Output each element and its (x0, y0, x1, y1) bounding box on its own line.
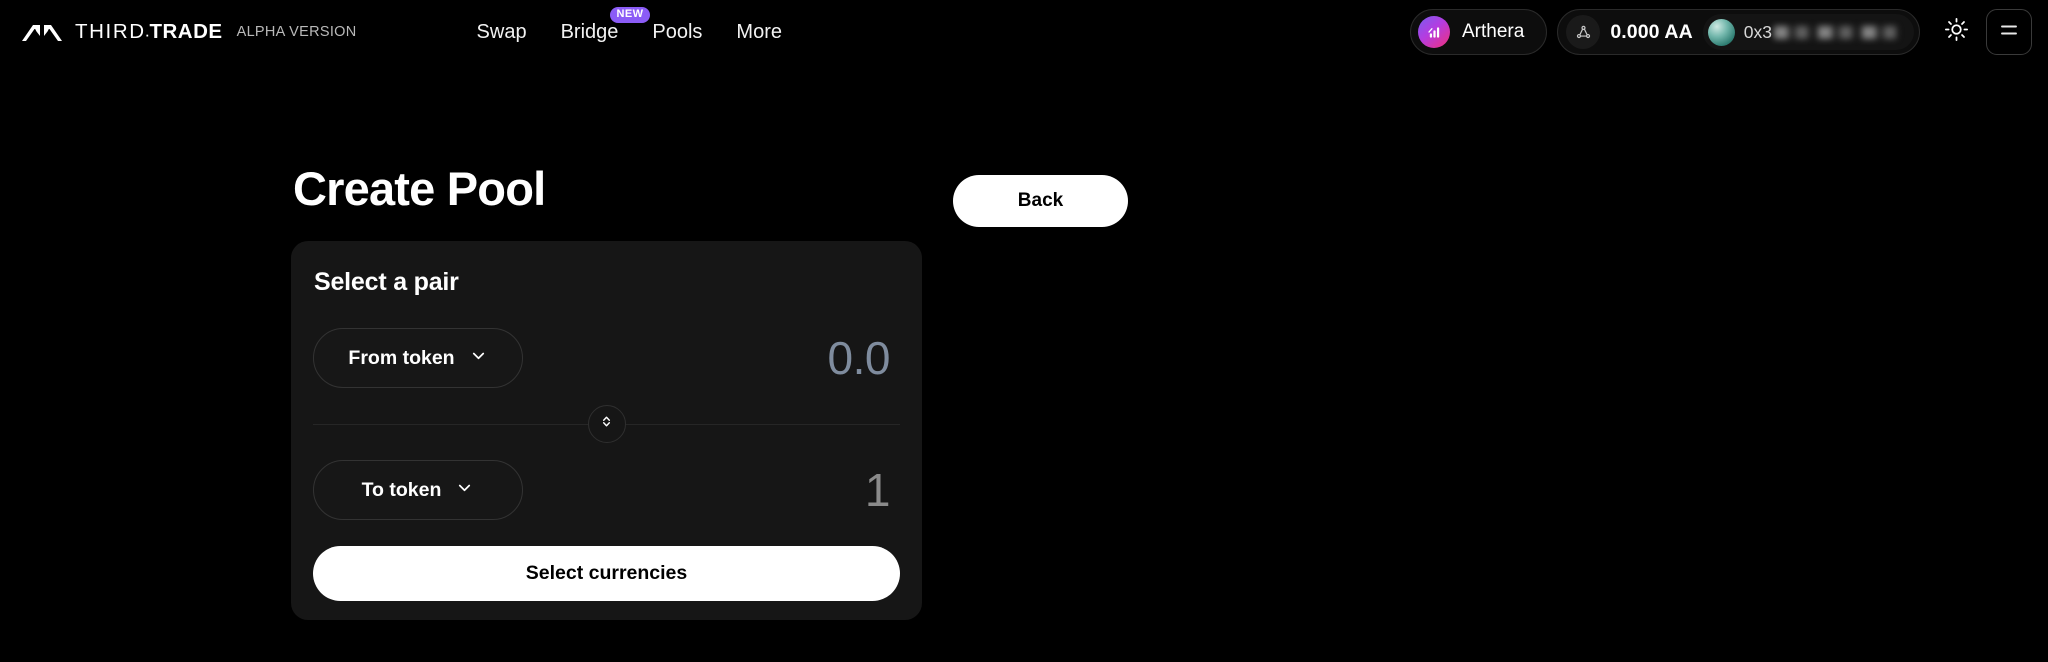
wallet-address-prefix: 0x3 (1743, 21, 1772, 42)
wallet-avatar-icon (1707, 18, 1735, 46)
network-selector-chip[interactable]: Arthera (1410, 9, 1548, 55)
wallet-address: 0x3 (1744, 22, 1898, 43)
menu-button[interactable] (1986, 9, 2032, 55)
page-title: Create Pool (293, 162, 546, 215)
select-currencies-button[interactable]: Select currencies (313, 546, 900, 601)
main-navigation: Swap Bridge NEW Pools More (475, 6, 784, 48)
from-token-amount[interactable]: 0.0 (828, 335, 900, 381)
nav-item-swap-label: Swap (476, 20, 527, 43)
brand-name-part1: THIRD (75, 20, 146, 43)
to-token-amount[interactable]: 1 (865, 467, 900, 513)
new-badge: NEW (609, 6, 651, 23)
nav-item-swap[interactable]: Swap (475, 17, 529, 48)
select-pair-card: Select a pair From token 0.0 To token 1 … (291, 241, 922, 620)
wallet-address-redacted (1774, 25, 1898, 39)
to-token-selector[interactable]: To token (313, 460, 523, 520)
theme-toggle-button[interactable] (1936, 12, 1976, 52)
wallet-balance: 0.000 AA (1610, 20, 1693, 43)
chevron-down-icon (455, 478, 474, 502)
back-button[interactable]: Back (953, 175, 1128, 227)
from-token-label: From token (348, 346, 455, 369)
nav-item-bridge-label: Bridge (560, 20, 619, 43)
nav-item-pools-label: Pools (652, 20, 703, 43)
network-name: Arthera (1462, 21, 1525, 42)
to-token-row: To token 1 (313, 444, 900, 536)
app-header: THIRD.TRADE ALPHA VERSION Swap Bridge NE… (0, 0, 2048, 64)
third-trade-logo-icon (20, 20, 64, 44)
nav-item-pools[interactable]: Pools (650, 17, 704, 48)
nav-item-more[interactable]: More (734, 17, 784, 48)
wallet-address-pill[interactable]: 0x3 (1702, 14, 1914, 50)
swap-direction-button[interactable] (587, 405, 626, 443)
nav-item-bridge[interactable]: Bridge NEW (559, 6, 651, 48)
card-title: Select a pair (314, 268, 459, 296)
hamburger-menu-icon (1997, 18, 2021, 47)
network-nodes-icon (1566, 15, 1601, 49)
header-right-cluster: Arthera 0.000 AA 0x3 (1410, 9, 2032, 55)
nav-item-more-label: More (736, 20, 782, 43)
to-token-label: To token (361, 478, 442, 501)
swap-divider (313, 404, 900, 444)
brand-logo[interactable]: THIRD.TRADE ALPHA VERSION (20, 20, 357, 44)
sun-icon (1944, 17, 1969, 47)
version-label: ALPHA VERSION (236, 24, 357, 40)
arthera-logo-icon (1418, 16, 1450, 48)
brand-name-part2: TRADE (149, 20, 223, 43)
from-token-selector[interactable]: From token (313, 328, 523, 388)
swap-vertical-icon (599, 414, 614, 434)
chevron-down-icon (469, 346, 488, 370)
wallet-chip[interactable]: 0.000 AA 0x3 (1557, 9, 1920, 55)
brand-wordmark: THIRD.TRADE (75, 20, 223, 44)
from-token-row: From token 0.0 (313, 312, 900, 404)
